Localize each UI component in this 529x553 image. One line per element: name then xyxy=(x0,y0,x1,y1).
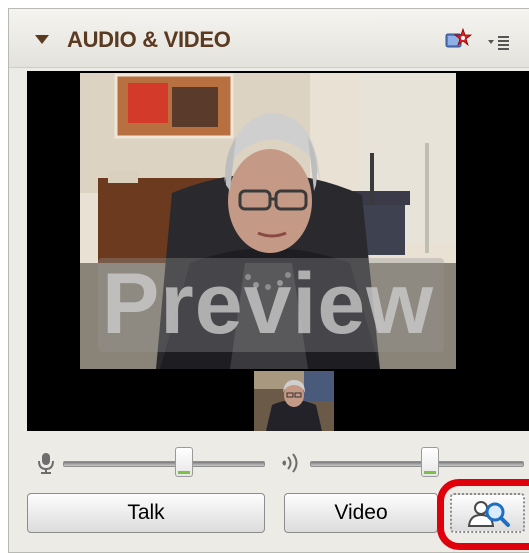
preview-watermark: Preview xyxy=(101,256,435,352)
panel-header: AUDIO & VIDEO xyxy=(9,9,529,68)
talk-button[interactable]: Talk xyxy=(27,493,265,533)
mic-volume-slider[interactable] xyxy=(63,461,265,467)
mic-volume-handle[interactable] xyxy=(175,447,193,477)
panel-title: AUDIO & VIDEO xyxy=(67,27,231,52)
speaker-volume-slider[interactable] xyxy=(310,461,524,467)
audio-controls xyxy=(27,444,529,480)
people-search-button[interactable] xyxy=(450,493,525,533)
collapse-caret-icon[interactable] xyxy=(35,35,49,44)
video-display: Preview xyxy=(27,71,529,431)
settings-star-icon[interactable] xyxy=(443,27,473,53)
microphone-icon xyxy=(38,453,54,474)
self-view-thumbnail[interactable] xyxy=(254,371,334,431)
camera-preview: Preview xyxy=(80,73,456,369)
speaker-volume-handle[interactable] xyxy=(421,447,439,477)
people-search-icon xyxy=(467,501,510,527)
speaker-icon xyxy=(282,453,298,473)
video-button[interactable]: Video xyxy=(284,493,438,533)
options-menu-icon[interactable] xyxy=(487,33,511,51)
audio-video-panel: AUDIO & VIDEO Preview Talk Video xyxy=(8,8,529,553)
